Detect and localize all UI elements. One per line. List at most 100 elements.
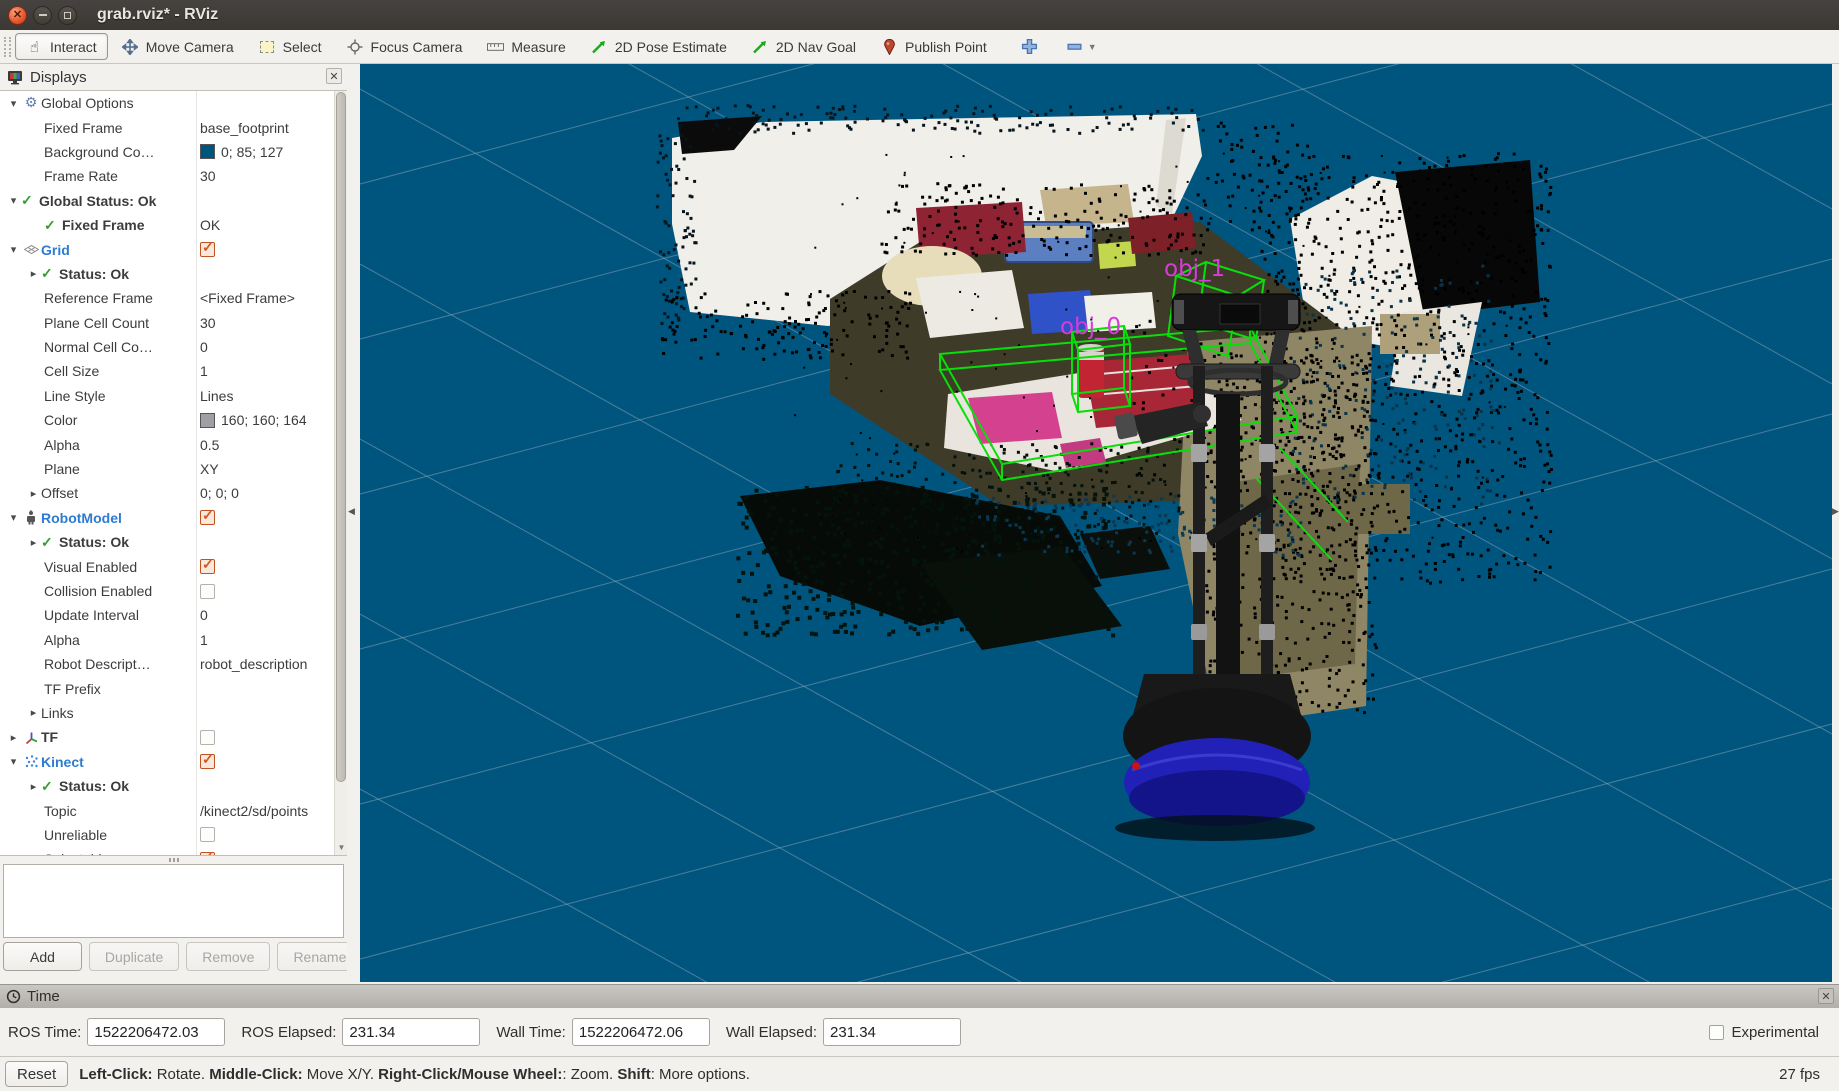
panel-splitter-handle[interactable]	[0, 857, 347, 863]
tree-row-status-ok[interactable]: ▸✓Status: Ok	[0, 262, 334, 286]
checkbox-unchecked[interactable]	[200, 827, 215, 842]
expander-open-icon[interactable]: ▾	[6, 194, 21, 207]
checkbox-checked[interactable]	[200, 852, 215, 856]
tree-row-fixed-frame[interactable]: ✓Fixed FrameOK	[0, 213, 334, 237]
tree-scrollbar[interactable]: ▼	[334, 91, 347, 855]
wall-elapsed-field[interactable]	[823, 1018, 961, 1046]
time-panel-header[interactable]: Time ✕	[0, 984, 1839, 1008]
tree-row-value[interactable]: 160; 160; 164	[200, 408, 307, 432]
tool-2d-pose-estimate[interactable]: 2D Pose Estimate	[580, 33, 738, 60]
tree-row-global-options[interactable]: ▾⚙Global Options	[0, 91, 334, 115]
tree-row-background-co[interactable]: Background Co…0; 85; 127	[0, 140, 334, 164]
tree-row-fixed-frame[interactable]: Fixed Framebase_footprint	[0, 115, 334, 139]
expander-closed-icon[interactable]: ▸	[26, 267, 41, 280]
color-swatch[interactable]	[200, 144, 215, 159]
tree-row-value[interactable]: 0	[200, 603, 208, 627]
duplicate-button[interactable]: Duplicate	[89, 942, 179, 971]
tree-row-plane[interactable]: PlaneXY	[0, 457, 334, 481]
scrollbar-down-arrow-icon[interactable]: ▼	[335, 841, 347, 855]
tree-row-value[interactable]	[200, 823, 215, 847]
window-maximize-button[interactable]	[58, 6, 77, 25]
tree-row-value[interactable]: 0; 85; 127	[200, 140, 283, 164]
tree-row-cell-size[interactable]: Cell Size1	[0, 359, 334, 383]
tree-scrollbar-thumb[interactable]	[336, 92, 346, 782]
tree-row-line-style[interactable]: Line StyleLines	[0, 384, 334, 408]
tree-row-value[interactable]: 1	[200, 628, 208, 652]
expander-closed-icon[interactable]: ▸	[26, 706, 41, 719]
tree-row-value[interactable]	[200, 506, 215, 530]
toolbar-grip[interactable]	[4, 37, 11, 57]
tree-row-collision-enabled[interactable]: Collision Enabled	[0, 579, 334, 603]
tree-row-grid[interactable]: ▾Grid	[0, 237, 334, 261]
tool-move-camera[interactable]: Move Camera	[111, 33, 245, 60]
tree-row-kinect[interactable]: ▾Kinect	[0, 750, 334, 774]
tree-row-links[interactable]: ▸Links	[0, 701, 334, 725]
remove-button[interactable]: Remove	[186, 942, 270, 971]
reset-button[interactable]: Reset	[5, 1061, 68, 1087]
tree-row-value[interactable]	[200, 579, 215, 603]
ros-elapsed-field[interactable]	[342, 1018, 480, 1046]
tree-row-value[interactable]: 0; 0; 0	[200, 481, 239, 505]
expander-closed-icon[interactable]: ▸	[6, 731, 21, 744]
add-tool-button[interactable]	[1015, 34, 1044, 60]
expander-open-icon[interactable]: ▾	[6, 755, 21, 768]
tree-row-value[interactable]	[200, 725, 215, 749]
tree-row-value[interactable]: OK	[200, 213, 220, 237]
tree-row-value[interactable]	[200, 847, 215, 856]
tool-2d-nav-goal[interactable]: 2D Nav Goal	[741, 33, 867, 60]
tree-row-value[interactable]: 0	[200, 335, 208, 359]
tree-row-normal-cell-co[interactable]: Normal Cell Co…0	[0, 335, 334, 359]
tree-row-global-status-ok[interactable]: ▾✓Global Status: Ok	[0, 189, 334, 213]
tree-row-value[interactable]: 1	[200, 359, 208, 383]
tree-row-value[interactable]: 30	[200, 164, 216, 188]
window-close-button[interactable]: ✕	[8, 6, 27, 25]
checkbox-checked[interactable]	[200, 754, 215, 769]
tool-interact[interactable]: ☝Interact	[15, 33, 108, 60]
tree-column-divider[interactable]	[196, 91, 197, 855]
tree-row-visual-enabled[interactable]: Visual Enabled	[0, 554, 334, 578]
tree-row-value[interactable]: 30	[200, 311, 216, 335]
tool-select[interactable]: Select	[248, 33, 333, 60]
tree-row-value[interactable]	[200, 237, 215, 261]
checkbox-unchecked[interactable]	[200, 730, 215, 745]
tree-row-color[interactable]: Color160; 160; 164	[0, 408, 334, 432]
tree-row-selectable[interactable]: Selectable	[0, 847, 334, 856]
right-splitter-gutter[interactable]: ▶	[1832, 64, 1839, 984]
tree-row-value[interactable]: 0.5	[200, 432, 219, 456]
remove-tool-button[interactable]: ▼	[1060, 34, 1103, 60]
collapse-left-icon[interactable]: ◀	[348, 506, 355, 517]
tree-row-robotmodel[interactable]: ▾RobotModel	[0, 506, 334, 530]
window-minimize-button[interactable]	[33, 6, 52, 25]
tree-row-value[interactable]: Lines	[200, 384, 233, 408]
tree-row-value[interactable]	[200, 750, 215, 774]
tree-row-value[interactable]: base_footprint	[200, 115, 289, 139]
left-splitter-gutter[interactable]: ◀	[347, 64, 360, 984]
expander-closed-icon[interactable]: ▸	[26, 780, 41, 793]
checkbox-checked[interactable]	[200, 559, 215, 574]
experimental-checkbox[interactable]	[1709, 1025, 1724, 1040]
tool-focus-camera[interactable]: Focus Camera	[336, 33, 474, 60]
tree-row-tf-prefix[interactable]: TF Prefix	[0, 676, 334, 700]
tree-row-offset[interactable]: ▸Offset0; 0; 0	[0, 481, 334, 505]
time-panel-close-icon[interactable]: ✕	[1818, 988, 1834, 1004]
expander-open-icon[interactable]: ▾	[6, 511, 21, 524]
tree-row-topic[interactable]: Topic/kinect2/sd/points	[0, 798, 334, 822]
tree-row-alpha[interactable]: Alpha1	[0, 628, 334, 652]
tree-row-update-interval[interactable]: Update Interval0	[0, 603, 334, 627]
checkbox-unchecked[interactable]	[200, 584, 215, 599]
expander-closed-icon[interactable]: ▸	[26, 536, 41, 549]
expander-open-icon[interactable]: ▾	[6, 97, 21, 110]
checkbox-checked[interactable]	[200, 242, 215, 257]
displays-panel-header[interactable]: Displays ✕	[0, 64, 347, 90]
tool-measure[interactable]: Measure	[476, 33, 576, 60]
tree-row-value[interactable]: <Fixed Frame>	[200, 286, 295, 310]
displays-panel-close-icon[interactable]: ✕	[326, 68, 342, 84]
tool-publish-point[interactable]: Publish Point	[870, 33, 998, 60]
tree-row-alpha[interactable]: Alpha0.5	[0, 432, 334, 456]
wall-time-field[interactable]	[572, 1018, 710, 1046]
tree-row-value[interactable]: /kinect2/sd/points	[200, 798, 308, 822]
displays-filter-area[interactable]	[3, 864, 344, 938]
ros-time-field[interactable]	[87, 1018, 225, 1046]
tree-row-frame-rate[interactable]: Frame Rate30	[0, 164, 334, 188]
expander-closed-icon[interactable]: ▸	[26, 487, 41, 500]
